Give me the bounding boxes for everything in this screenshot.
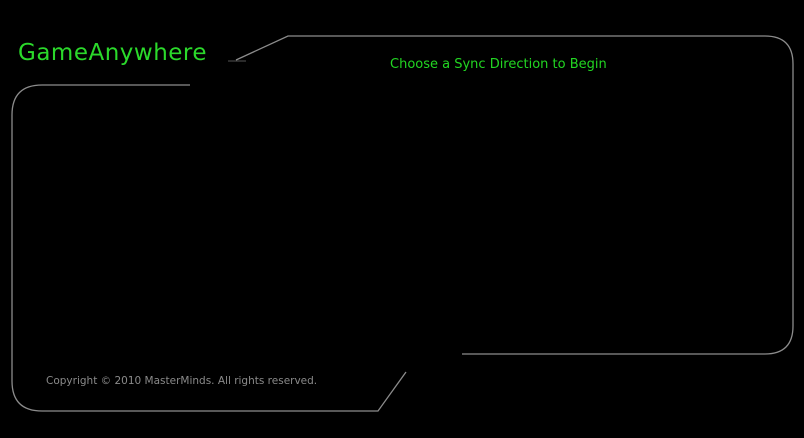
back-panel-outline — [235, 35, 794, 355]
sync-direction-prompt: Choose a Sync Direction to Begin — [390, 57, 607, 72]
app-title: GameAnywhere — [18, 40, 208, 66]
front-panel-outline — [11, 84, 407, 412]
copyright-notice: Copyright © 2010 MasterMinds. All rights… — [46, 375, 318, 387]
